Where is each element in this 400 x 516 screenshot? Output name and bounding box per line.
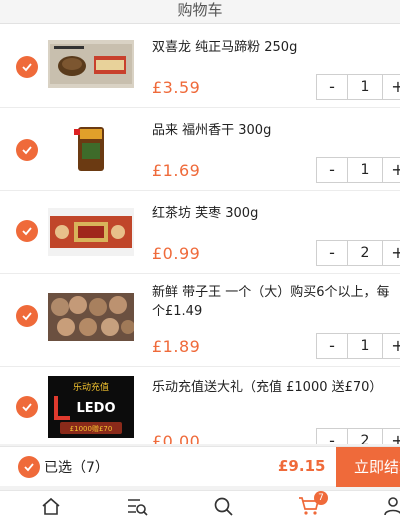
item-select-checkbox[interactable] xyxy=(16,305,38,327)
product-image[interactable] xyxy=(48,293,134,341)
item-select-checkbox[interactable] xyxy=(16,396,38,418)
increase-button[interactable]: + xyxy=(383,158,400,182)
quantity-value[interactable]: 1 xyxy=(347,158,383,182)
cart-list[interactable]: 双喜龙 纯正马蹄粉 250g £3.59 - 1 + 品来 福州香干 300g … xyxy=(0,24,400,444)
quantity-stepper: - 1 + xyxy=(316,333,400,359)
tab-search[interactable] xyxy=(212,495,238,516)
increase-button[interactable]: + xyxy=(383,429,400,444)
ledo-recharge-promo: 乐动充值 LEDO £1000赠£70 xyxy=(48,376,134,438)
check-icon xyxy=(24,463,34,472)
water-chestnut-flour-package xyxy=(48,40,134,88)
quantity-value[interactable]: 1 xyxy=(347,75,383,99)
page-title: 购物车 xyxy=(177,1,223,19)
quantity-value[interactable]: 2 xyxy=(347,429,383,444)
check-icon xyxy=(22,403,32,412)
category-search-icon xyxy=(128,499,148,516)
product-price: £0.00 xyxy=(152,432,201,444)
increase-button[interactable]: + xyxy=(383,75,400,99)
checkout-bar: 已选（7） £9.15 立即结算 xyxy=(0,446,400,487)
quantity-stepper: - 2 + xyxy=(316,428,400,444)
product-image[interactable] xyxy=(48,40,134,88)
cart-item: 新鲜 带子王 一个（大）购买6个以上，每个£1.49 £1.89 - 1 + xyxy=(0,275,400,367)
product-name[interactable]: 红茶坊 芙枣 300g xyxy=(152,204,394,223)
product-name[interactable]: 双喜龙 纯正马蹄粉 250g xyxy=(152,38,394,57)
increase-button[interactable]: + xyxy=(383,241,400,265)
quantity-stepper: - 2 + xyxy=(316,240,400,266)
tab-category[interactable] xyxy=(126,495,152,516)
product-price: £1.89 xyxy=(152,337,201,356)
product-image[interactable] xyxy=(48,125,134,173)
decrease-button[interactable]: - xyxy=(317,158,347,182)
tab-home[interactable] xyxy=(40,495,66,516)
user-icon xyxy=(384,497,400,516)
cart-item: 双喜龙 纯正马蹄粉 250g £3.59 - 1 + xyxy=(0,24,400,108)
promo-offer: £1000赠£70 xyxy=(70,424,113,433)
total-price: £9.15 xyxy=(278,457,326,475)
product-name[interactable]: 新鲜 带子王 一个（大）购买6个以上，每个£1.49 xyxy=(152,283,394,321)
product-image[interactable] xyxy=(48,208,134,256)
item-select-checkbox[interactable] xyxy=(16,56,38,78)
product-price: £1.69 xyxy=(152,161,201,180)
item-select-checkbox[interactable] xyxy=(16,139,38,161)
product-name[interactable]: 乐动充值送大礼（充值 £1000 送£70） xyxy=(152,378,394,397)
promo-title: 乐动充值 xyxy=(73,381,109,393)
product-name[interactable]: 品来 福州香干 300g xyxy=(152,121,394,140)
decrease-button[interactable]: - xyxy=(317,429,347,444)
product-price: £3.59 xyxy=(152,78,201,97)
quantity-value[interactable]: 2 xyxy=(347,241,383,265)
promo-brand: LEDO xyxy=(76,401,115,416)
quantity-value[interactable]: 1 xyxy=(347,334,383,358)
fresh-scallops xyxy=(48,293,134,341)
home-icon xyxy=(42,497,60,515)
bottom-tab-bar: 7 xyxy=(0,490,400,516)
quantity-stepper: - 1 + xyxy=(316,74,400,100)
check-icon xyxy=(22,312,32,321)
product-price: £0.99 xyxy=(152,244,201,263)
checkout-button[interactable]: 立即结算 xyxy=(336,447,400,487)
quantity-stepper: - 1 + xyxy=(316,157,400,183)
dried-tofu-package xyxy=(48,125,134,173)
cart-item: 红茶坊 芙枣 300g £0.99 - 2 + xyxy=(0,192,400,274)
cart-count-badge: 7 xyxy=(314,491,328,505)
decrease-button[interactable]: - xyxy=(317,241,347,265)
select-all-checkbox[interactable] xyxy=(18,456,40,478)
header-bar: 购物车 xyxy=(0,0,400,24)
check-icon xyxy=(22,146,32,155)
check-icon xyxy=(22,227,32,236)
dates-package xyxy=(48,208,134,256)
check-icon xyxy=(22,63,32,72)
item-select-checkbox[interactable] xyxy=(16,220,38,242)
cart-item: 乐动充值 LEDO £1000赠£70 乐动充值送大礼（充值 £1000 送£7… xyxy=(0,368,400,444)
decrease-button[interactable]: - xyxy=(317,75,347,99)
selected-count: 已选（7） xyxy=(44,460,109,476)
decrease-button[interactable]: - xyxy=(317,334,347,358)
increase-button[interactable]: + xyxy=(383,334,400,358)
cart-item: 品来 福州香干 300g £1.69 - 1 + xyxy=(0,109,400,191)
tab-cart[interactable]: 7 xyxy=(298,491,328,516)
search-icon xyxy=(214,497,233,516)
tab-profile[interactable] xyxy=(382,495,400,516)
product-image[interactable]: 乐动充值 LEDO £1000赠£70 xyxy=(48,376,134,438)
